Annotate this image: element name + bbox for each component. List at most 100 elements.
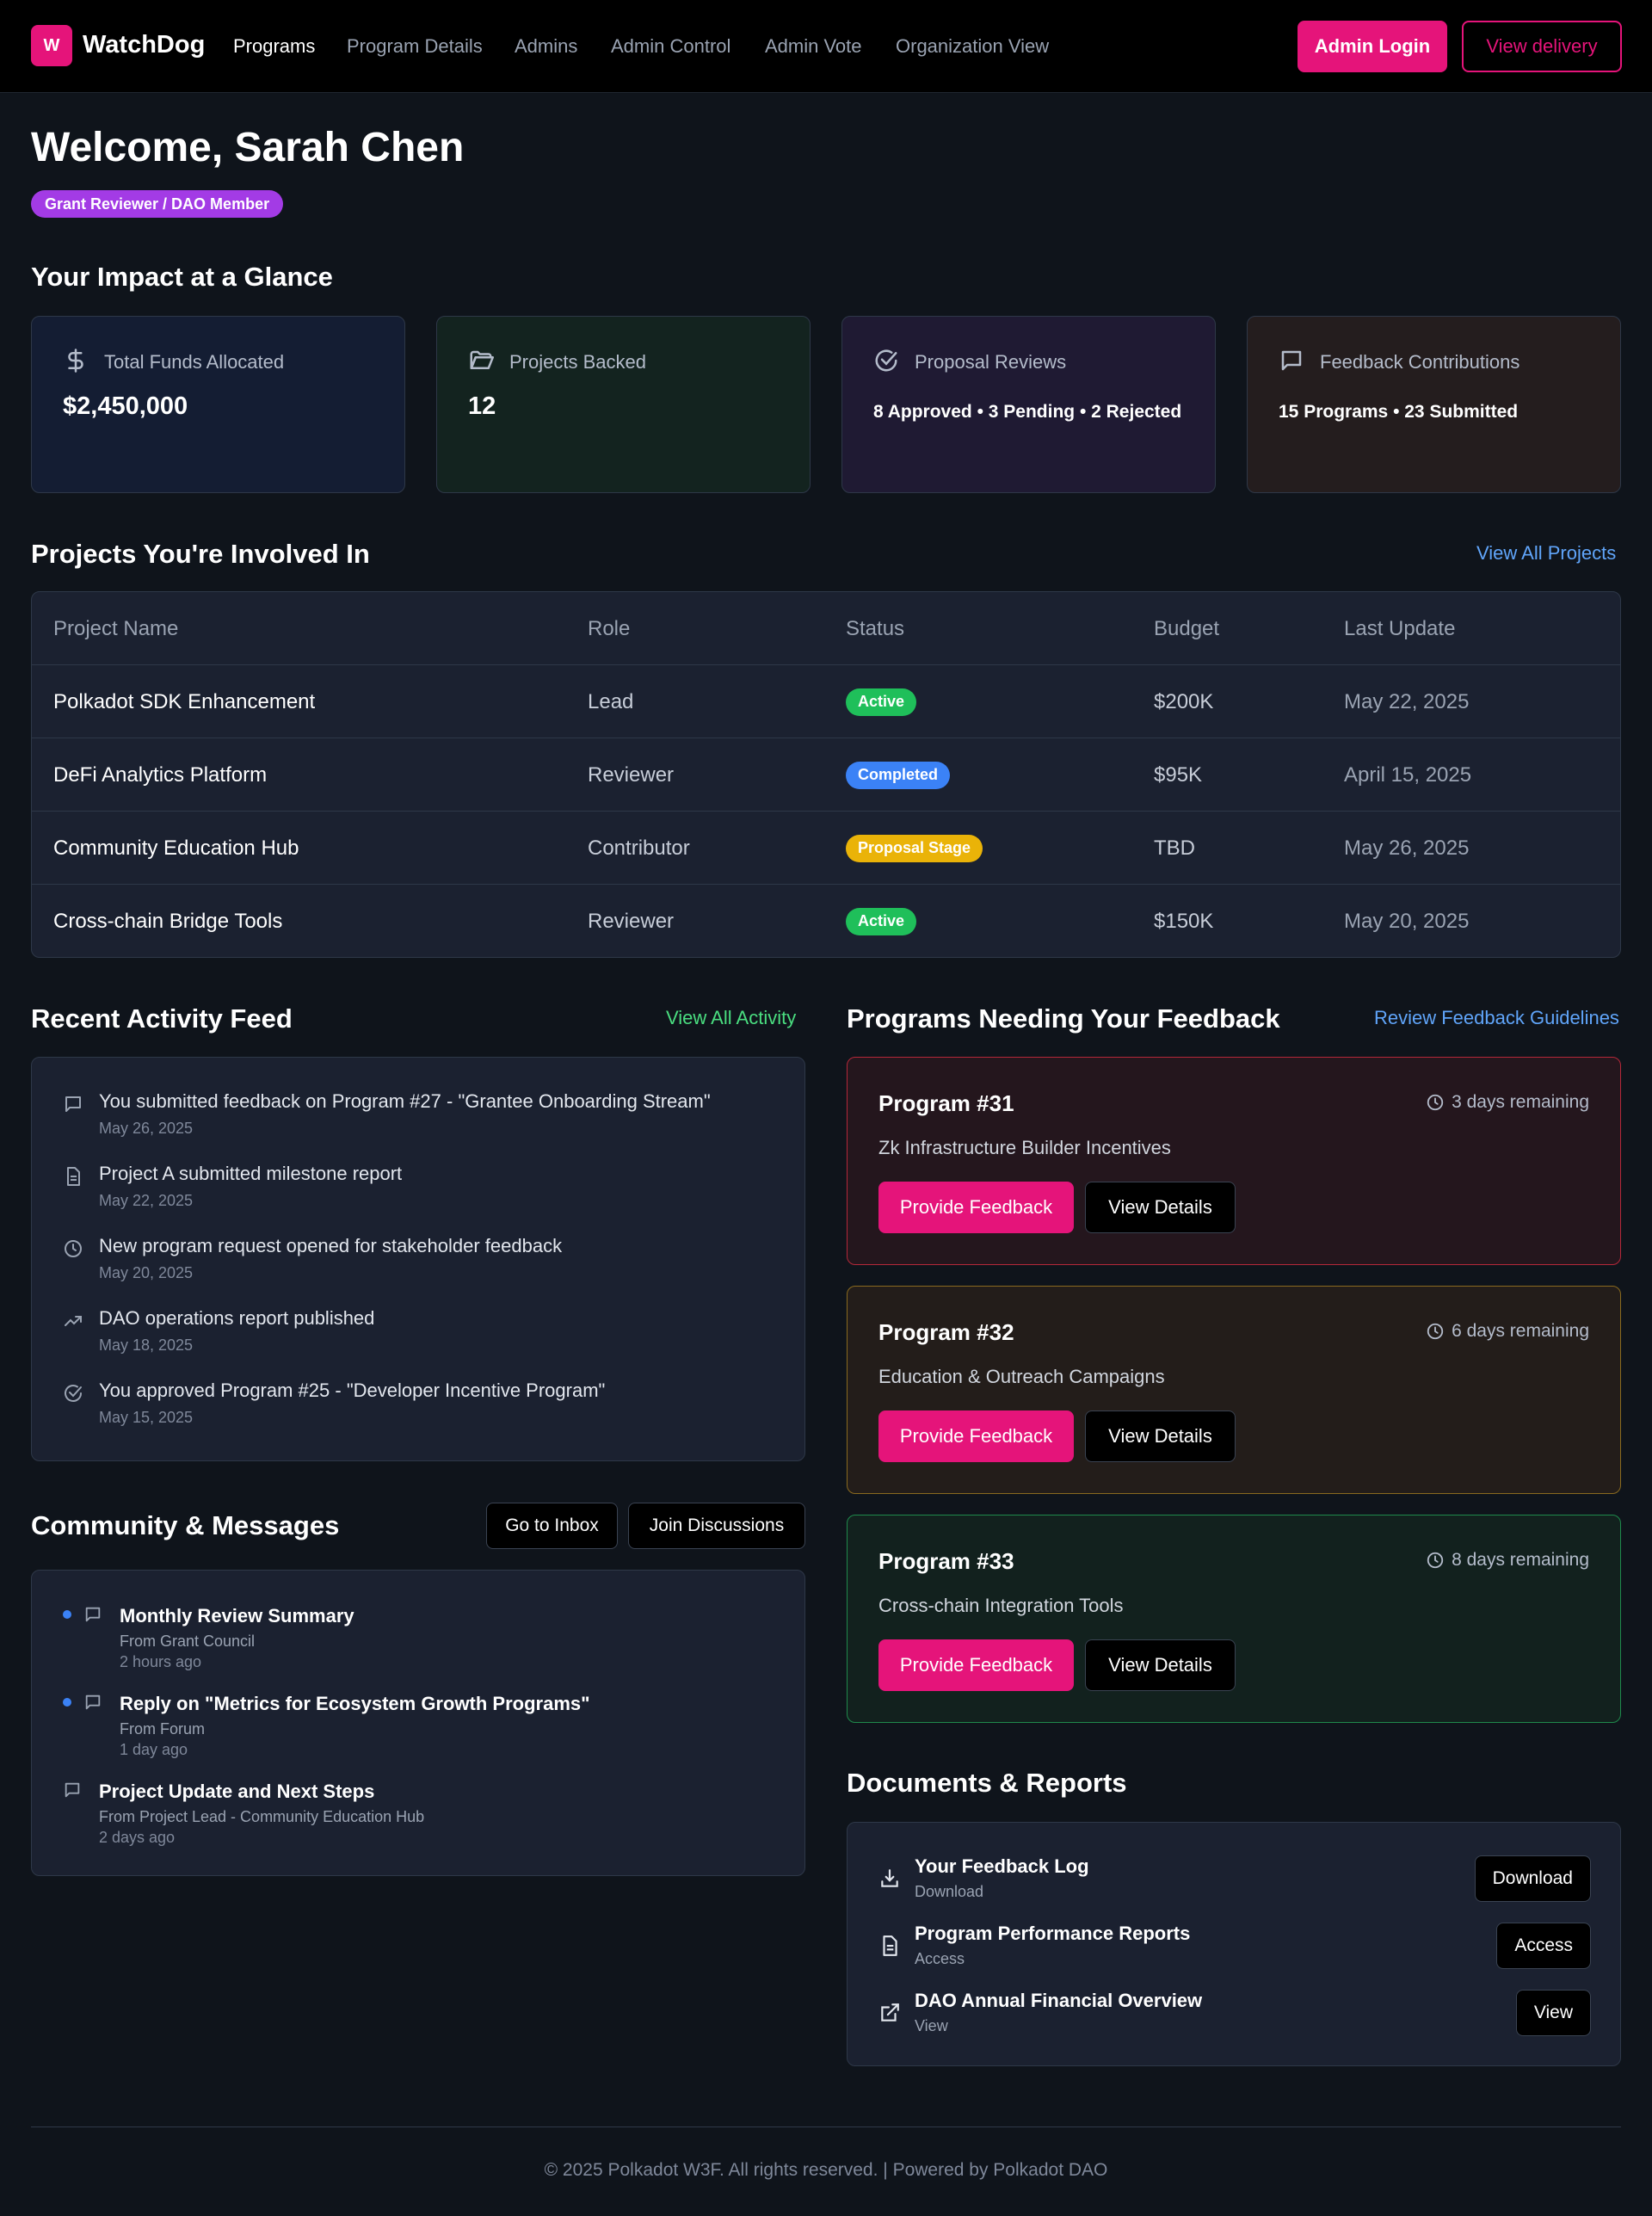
check-circle-icon xyxy=(63,1383,83,1404)
project-role: Reviewer xyxy=(588,762,675,787)
message-icon xyxy=(63,1094,83,1114)
document-subtitle: Download xyxy=(915,1883,984,1900)
feedback-title: Programs Needing Your Feedback xyxy=(847,1003,1280,1034)
nav-program-details[interactable]: Program Details xyxy=(347,35,483,58)
trend-icon xyxy=(63,1311,83,1331)
provide-feedback-button[interactable]: Provide Feedback xyxy=(878,1410,1074,1462)
project-name: Polkadot SDK Enhancement xyxy=(53,689,316,713)
table-header: Project Name Role Status Budget Last Upd… xyxy=(32,592,1620,665)
view-all-activity-link[interactable]: View All Activity xyxy=(666,1007,796,1029)
program-card: Program #32 6 days remaining Education &… xyxy=(847,1286,1621,1494)
project-updated: May 22, 2025 xyxy=(1344,689,1470,713)
logo[interactable]: W xyxy=(31,25,72,66)
project-updated: May 20, 2025 xyxy=(1344,909,1470,933)
program-subtitle: Zk Infrastructure Builder Incentives xyxy=(878,1137,1171,1158)
documents-title: Documents & Reports xyxy=(847,1768,1127,1798)
go-to-inbox-button[interactable]: Go to Inbox xyxy=(486,1503,618,1549)
nav-organization-view[interactable]: Organization View xyxy=(896,35,1049,58)
view-all-projects-link[interactable]: View All Projects xyxy=(1476,542,1616,565)
folder-icon xyxy=(468,348,494,373)
provide-feedback-button[interactable]: Provide Feedback xyxy=(878,1639,1074,1691)
card-label: Projects Backed xyxy=(509,351,646,373)
view-details-button[interactable]: View Details xyxy=(1085,1639,1236,1691)
view-details-button[interactable]: View Details xyxy=(1085,1182,1236,1233)
view-delivery-button[interactable]: View delivery xyxy=(1462,21,1622,72)
project-name: Community Education Hub xyxy=(53,836,299,860)
projects-table: Project Name Role Status Budget Last Upd… xyxy=(31,591,1621,958)
program-card: Program #31 3 days remaining Zk Infrastr… xyxy=(847,1057,1621,1265)
project-name: DeFi Analytics Platform xyxy=(53,762,268,787)
top-nav: W WatchDog Programs Program Details Admi… xyxy=(0,0,1652,93)
message-time: 1 day ago xyxy=(120,1741,188,1758)
table-row[interactable]: DeFi Analytics Platform Reviewer Complet… xyxy=(32,738,1620,812)
project-role: Reviewer xyxy=(588,909,675,933)
activity-text: DAO operations report published xyxy=(99,1307,375,1329)
status-cell: Active xyxy=(846,885,917,957)
file-icon xyxy=(63,1166,83,1187)
table-row[interactable]: Polkadot SDK Enhancement Lead Active $20… xyxy=(32,665,1620,738)
nav-programs[interactable]: Programs xyxy=(233,35,315,58)
program-card: Program #33 8 days remaining Cross-chain… xyxy=(847,1515,1621,1723)
provide-feedback-button[interactable]: Provide Feedback xyxy=(878,1182,1074,1233)
project-budget: $95K xyxy=(1154,762,1203,787)
card-proposal-reviews: Proposal Reviews 8 Approved • 3 Pending … xyxy=(841,316,1216,493)
download-button[interactable]: Download xyxy=(1474,1855,1591,1902)
project-budget: TBD xyxy=(1154,836,1195,860)
nav-admin-vote[interactable]: Admin Vote xyxy=(765,35,862,58)
status-badge: Completed xyxy=(846,761,951,789)
status-cell: Proposal Stage xyxy=(846,812,983,885)
message-title: Project Update and Next Steps xyxy=(99,1781,375,1802)
view-details-button[interactable]: View Details xyxy=(1085,1410,1236,1462)
join-discussions-button[interactable]: Join Discussions xyxy=(628,1503,805,1549)
remaining-text: 6 days remaining xyxy=(1452,1321,1589,1341)
program-title: Program #31 xyxy=(878,1090,1014,1116)
brand-name[interactable]: WatchDog xyxy=(83,31,205,59)
message-icon xyxy=(83,1605,102,1624)
card-value: 8 Approved • 3 Pending • 2 Rejected xyxy=(873,402,1182,422)
message-title: Monthly Review Summary xyxy=(120,1605,354,1627)
document-item: Program Performance Reports Access Acces… xyxy=(878,1921,1591,1972)
unread-dot xyxy=(63,1698,71,1707)
clock-icon xyxy=(1426,1093,1445,1112)
card-label: Feedback Contributions xyxy=(1320,351,1520,373)
message-icon xyxy=(1279,348,1304,373)
card-value: 15 Programs • 23 Submitted xyxy=(1279,402,1519,422)
table-row[interactable]: Cross-chain Bridge Tools Reviewer Active… xyxy=(32,885,1620,957)
project-budget: $200K xyxy=(1154,689,1214,713)
message-time: 2 hours ago xyxy=(120,1653,202,1670)
program-title: Program #32 xyxy=(878,1319,1014,1345)
document-title: DAO Annual Financial Overview xyxy=(915,1990,1203,2011)
clock-icon xyxy=(1426,1551,1445,1570)
nav-admin-control[interactable]: Admin Control xyxy=(611,35,730,58)
card-label: Proposal Reviews xyxy=(915,351,1067,373)
activity-date: May 15, 2025 xyxy=(99,1409,194,1426)
activity-text: New program request opened for stakehold… xyxy=(99,1235,563,1256)
message-title: Reply on "Metrics for Ecosystem Growth P… xyxy=(120,1693,590,1714)
admin-login-button[interactable]: Admin Login xyxy=(1298,21,1447,72)
table-row[interactable]: Community Education Hub Contributor Prop… xyxy=(32,812,1620,885)
activity-date: May 26, 2025 xyxy=(99,1120,194,1137)
project-name: Cross-chain Bridge Tools xyxy=(53,909,283,933)
activity-panel: You submitted feedback on Program #27 - … xyxy=(31,1057,805,1461)
project-updated: April 15, 2025 xyxy=(1344,762,1472,787)
check-circle-icon xyxy=(873,348,899,373)
nav-admins[interactable]: Admins xyxy=(515,35,577,58)
download-icon xyxy=(878,1867,901,1890)
clock-icon xyxy=(63,1238,83,1259)
activity-title: Recent Activity Feed xyxy=(31,1003,293,1034)
community-title: Community & Messages xyxy=(31,1510,340,1540)
program-subtitle: Cross-chain Integration Tools xyxy=(878,1595,1124,1616)
document-item: DAO Annual Financial Overview View View xyxy=(878,1988,1591,2040)
program-title: Program #33 xyxy=(878,1548,1014,1574)
activity-text: You submitted feedback on Program #27 - … xyxy=(99,1090,711,1112)
document-item: Your Feedback Log Download Download xyxy=(878,1854,1591,1905)
documents-panel: Your Feedback Log Download Download Prog… xyxy=(847,1822,1621,2066)
remaining-text: 3 days remaining xyxy=(1452,1092,1589,1112)
card-feedback-contributions: Feedback Contributions 15 Programs • 23 … xyxy=(1247,316,1621,493)
view-button[interactable]: View xyxy=(1515,1990,1591,2036)
access-button[interactable]: Access xyxy=(1496,1923,1591,1969)
review-guidelines-link[interactable]: Review Feedback Guidelines xyxy=(1374,1007,1619,1029)
header-project-name: Project Name xyxy=(53,616,179,640)
document-title: Program Performance Reports xyxy=(915,1923,1191,1944)
footer-text: © 2025 Polkadot W3F. All rights reserved… xyxy=(544,2160,1108,2180)
